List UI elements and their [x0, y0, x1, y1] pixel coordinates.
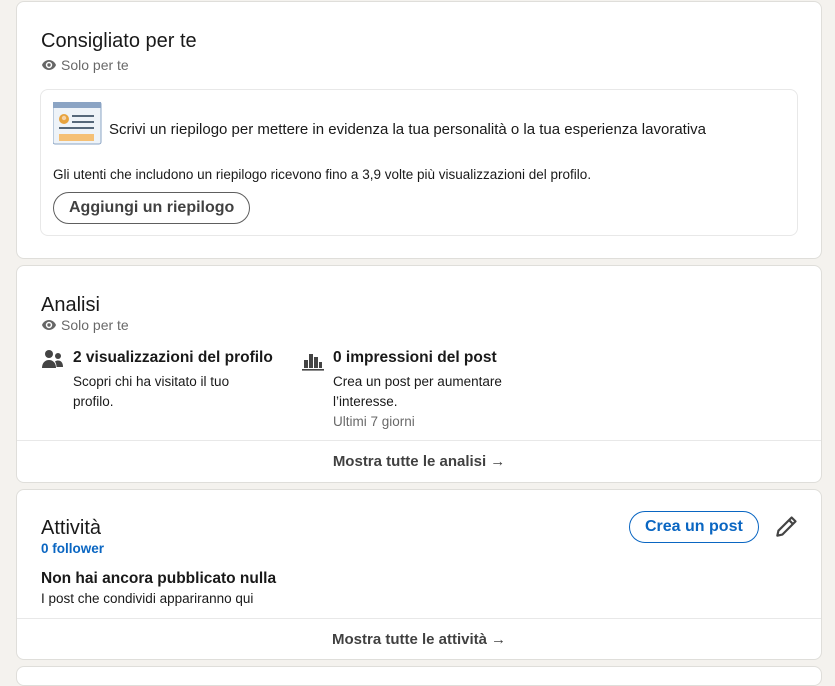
next-card	[16, 666, 822, 686]
summary-suggestion: Scrivi un riepilogo per mettere in evide…	[40, 89, 798, 236]
analytics-title: Analisi	[41, 294, 100, 316]
right-arrow-icon: →	[491, 630, 507, 648]
analytics-visibility: Solo per te	[41, 317, 129, 333]
post-impressions-description: Crea un post per aumentare l’interesse.	[333, 374, 502, 409]
pencil-icon[interactable]	[773, 514, 799, 540]
activity-title: Attività	[41, 517, 102, 539]
people-icon	[42, 350, 63, 368]
show-all-analytics-label: Mostra tutte le analisi	[332, 453, 487, 470]
profile-views-description: Scopri chi ha visitato il tuo profilo.	[73, 374, 230, 409]
show-all-activity-label: Mostra tutte le attività	[331, 630, 488, 648]
show-all-activity-link[interactable]: Mostra tutte le attività →	[17, 618, 821, 659]
recommended-card: Consigliato per te Solo per te Scrivi un…	[16, 1, 822, 259]
bar-chart-icon	[302, 354, 324, 371]
post-impressions-description-block: Crea un post per aumentare l’interesse. …	[333, 372, 533, 432]
right-arrow-icon: →	[490, 453, 506, 470]
eye-icon	[42, 320, 56, 330]
analytics-card: Analisi Solo per te 2 visualizzazioni de…	[16, 265, 822, 483]
visibility-label: Solo per te	[61, 57, 129, 73]
post-impressions-title: 0 impressioni del post	[333, 349, 497, 366]
show-all-analytics-link[interactable]: Mostra tutte le analisi →	[17, 440, 821, 482]
create-post-button[interactable]: Crea un post	[629, 511, 759, 543]
visibility-label: Solo per te	[61, 317, 129, 333]
empty-activity-description: I post che condividi appariranno qui	[41, 591, 254, 606]
recommended-visibility: Solo per te	[41, 57, 129, 73]
empty-activity-title: Non hai ancora pubblicato nulla	[41, 570, 277, 587]
followers-count[interactable]: 0 follower	[41, 541, 104, 556]
profile-summary-illustration	[53, 102, 102, 145]
recommended-title: Consigliato per te	[41, 30, 197, 52]
profile-views-title: 2 visualizzazioni del profilo	[73, 349, 273, 366]
suggestion-description: Gli utenti che includono un riepilogo ri…	[53, 167, 592, 182]
eye-icon	[42, 60, 56, 70]
add-summary-button[interactable]: Aggiungi un riepilogo	[53, 192, 251, 224]
suggestion-headline: Scrivi un riepilogo per mettere in evide…	[109, 121, 707, 138]
post-impressions-range: Ultimi 7 giorni	[333, 414, 415, 429]
activity-card: Attività 0 follower Crea un post Non hai…	[16, 489, 822, 660]
